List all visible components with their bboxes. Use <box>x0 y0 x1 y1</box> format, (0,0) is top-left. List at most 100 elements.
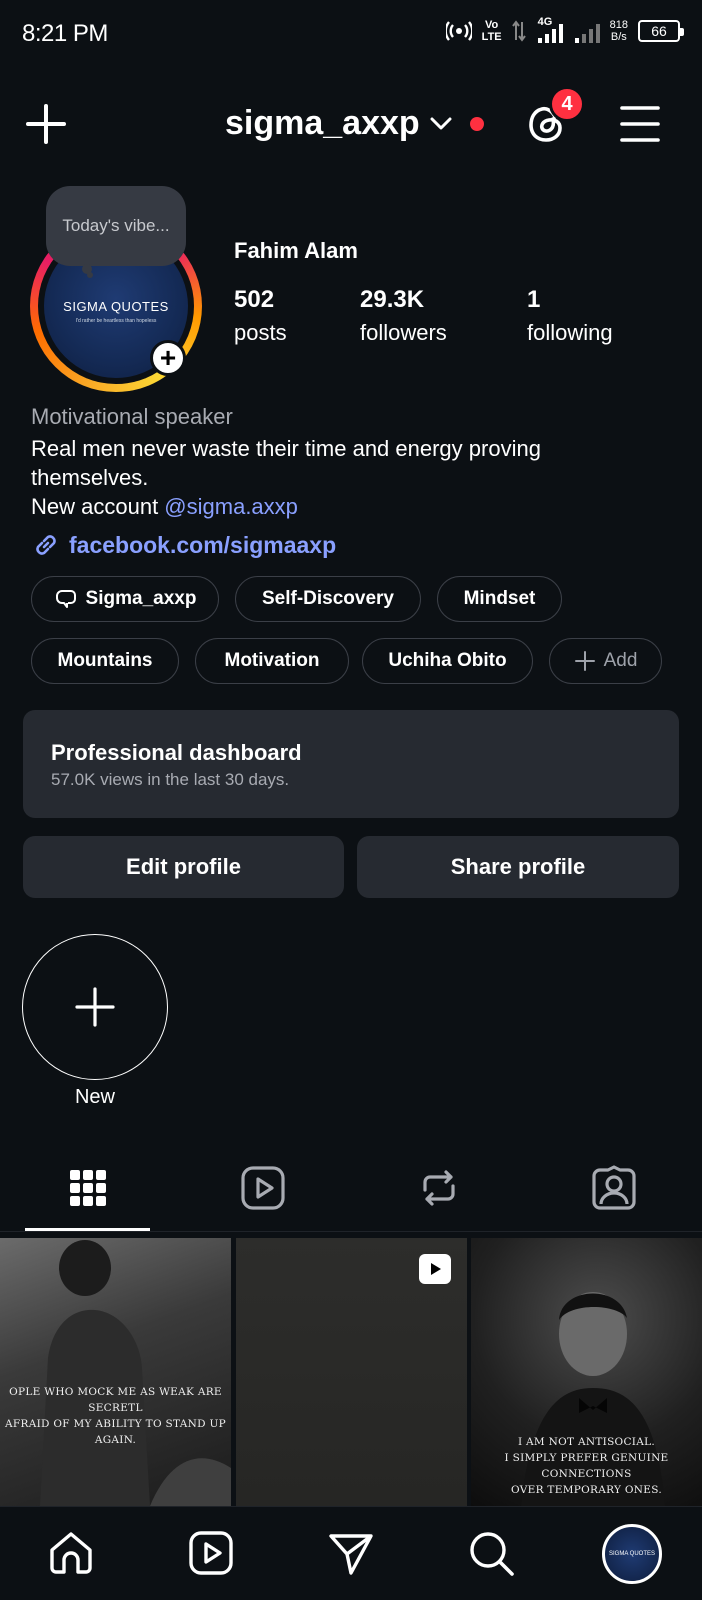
net-speed: 818 B/s <box>610 19 628 43</box>
caption-line: I SIMPLY PREFER GENUINE CONNECTIONS <box>504 1452 669 1480</box>
speed-unit: B/s <box>610 31 627 43</box>
chip-label: Motivation <box>224 650 320 671</box>
tagged-icon <box>592 1165 636 1210</box>
signal-icon: 4G <box>536 16 564 44</box>
chip-mountains[interactable]: Mountains <box>31 638 179 684</box>
post-caption: I AM NOT ANTISOCIAL. I SIMPLY PREFER GEN… <box>471 1434 702 1498</box>
nav-search[interactable] <box>466 1528 516 1578</box>
volte-bottom: LTE <box>481 31 502 43</box>
caption-line: OVER TEMPORARY ONES. <box>511 1484 662 1496</box>
create-plus-button[interactable] <box>24 102 68 146</box>
notification-badge: 4 <box>549 86 585 122</box>
nav-reels[interactable] <box>186 1528 236 1578</box>
account-switcher[interactable]: sigma_axxp <box>225 104 484 143</box>
plus-icon: + <box>159 342 177 373</box>
speed-value: 818 <box>609 19 628 31</box>
reposts-icon <box>423 1170 455 1206</box>
profile-bio: Real men never waste their time and ener… <box>31 434 651 521</box>
menu-button[interactable] <box>618 104 662 144</box>
chip-threads-sigma[interactable]: Sigma_axxp <box>31 576 219 622</box>
nav-home[interactable] <box>46 1528 96 1578</box>
stat-value: 29.3K <box>360 286 425 313</box>
stat-posts[interactable]: 502 posts <box>234 286 287 346</box>
chip-uchiha-obito[interactable]: Uchiha Obito <box>362 638 533 684</box>
status-time: 8:21 PM <box>22 20 108 47</box>
edit-profile-button[interactable]: Edit profile <box>23 836 344 898</box>
tab-reposts[interactable] <box>415 1164 463 1212</box>
new-highlight-button[interactable] <box>22 934 168 1080</box>
reels-icon <box>189 1531 233 1575</box>
status-icons: Vo LTE 4G 818 B/s 66 <box>445 16 684 44</box>
stat-value: 502 <box>234 286 275 313</box>
avatar-tagline: I'd rather be heartless than hopeless <box>75 317 157 324</box>
caption-line: AFRAID OF MY ABILITY TO STAND UP AGAIN. <box>5 1418 226 1446</box>
home-icon <box>50 1532 92 1574</box>
signal2-icon <box>574 18 600 44</box>
chip-label: Mountains <box>57 650 153 671</box>
chip-add-button[interactable]: Add <box>549 638 662 684</box>
nav-avatar-text: SIGMA QUOTES <box>608 1551 655 1557</box>
tab-divider <box>0 1231 702 1232</box>
dashboard-title: Professional dashboard <box>51 740 302 765</box>
chip-label: Add <box>603 650 638 671</box>
plus-icon <box>26 104 66 144</box>
profile-external-link[interactable]: facebook.com/sigmaaxp <box>31 530 336 560</box>
stat-value: 1 <box>527 286 541 313</box>
new-highlight-label: New <box>74 1086 115 1108</box>
reel-badge <box>419 1254 451 1284</box>
post-caption: OPLE WHO MOCK ME AS WEAK ARE SECRETL AFR… <box>0 1384 231 1448</box>
chip-self-discovery[interactable]: Self-Discovery <box>235 576 421 622</box>
post-thumbnail[interactable]: OPLE WHO MOCK ME AS WEAK ARE SECRETL AFR… <box>0 1238 231 1506</box>
link-icon <box>36 535 56 555</box>
chip-label: Uchiha Obito <box>388 650 507 671</box>
plus-icon <box>574 651 595 671</box>
volte-top: Vo <box>485 19 499 31</box>
stat-label: posts <box>234 320 287 345</box>
note-text: Today's vibe... <box>62 216 170 235</box>
reels-icon <box>241 1166 285 1210</box>
note-bubble[interactable]: Today's vibe... <box>46 186 186 266</box>
bio-mention-link[interactable]: @sigma.axxp <box>164 494 298 519</box>
link-text: facebook.com/sigmaaxp <box>69 531 337 558</box>
note-tail-small <box>87 272 93 278</box>
username-title: sigma_axxp <box>225 104 420 142</box>
network-type: 4G <box>537 16 553 28</box>
tab-grid[interactable] <box>64 1164 112 1212</box>
chip-mindset[interactable]: Mindset <box>437 576 562 622</box>
data-arrows-icon <box>511 20 526 42</box>
tab-reels[interactable] <box>239 1164 287 1212</box>
chip-motivation[interactable]: Motivation <box>195 638 349 684</box>
volte-indicator: Vo LTE <box>482 19 502 43</box>
display-name: Fahim Alam <box>234 238 358 263</box>
nav-profile-avatar[interactable]: SIGMA QUOTES <box>602 1524 662 1584</box>
chevron-down-icon <box>430 117 452 131</box>
post-image-athlete <box>40 1240 231 1506</box>
bio-line: New account @sigma.axxp <box>31 492 651 521</box>
direct-icon <box>329 1534 373 1575</box>
chip-label: Mindset <box>463 588 536 609</box>
hamburger-menu-icon <box>620 106 660 142</box>
play-icon <box>431 1263 441 1275</box>
share-profile-button[interactable]: Share profile <box>357 836 679 898</box>
chat-bubbles-icon <box>55 590 76 608</box>
post-thumbnail[interactable]: I AM NOT ANTISOCIAL. I SIMPLY PREFER GEN… <box>471 1238 702 1506</box>
stat-followers[interactable]: 29.3K followers <box>360 286 447 346</box>
search-icon <box>470 1532 514 1576</box>
stat-label: following <box>527 320 613 345</box>
chip-label: Sigma_axxp <box>85 588 197 609</box>
add-story-button[interactable]: + <box>150 340 186 376</box>
battery-indicator: 66 <box>638 20 684 42</box>
stat-following[interactable]: 1 following <box>527 286 613 346</box>
profile-category: Motivational speaker <box>31 404 233 429</box>
caption-line: I AM NOT ANTISOCIAL. <box>517 1436 656 1448</box>
dashboard-subtitle: 57.0K views in the last 30 days. <box>51 770 290 789</box>
chip-label: Self-Discovery <box>261 588 394 609</box>
tab-tagged[interactable] <box>590 1164 638 1212</box>
hotspot-icon <box>445 20 472 42</box>
nav-direct[interactable] <box>326 1528 376 1578</box>
plus-icon <box>75 987 115 1027</box>
caption-line: OPLE WHO MOCK ME AS WEAK ARE SECRETL <box>9 1386 222 1414</box>
unread-dot <box>469 116 484 131</box>
bio-text: New account <box>31 494 165 519</box>
bio-line: Real men never waste their time and ener… <box>31 436 541 490</box>
